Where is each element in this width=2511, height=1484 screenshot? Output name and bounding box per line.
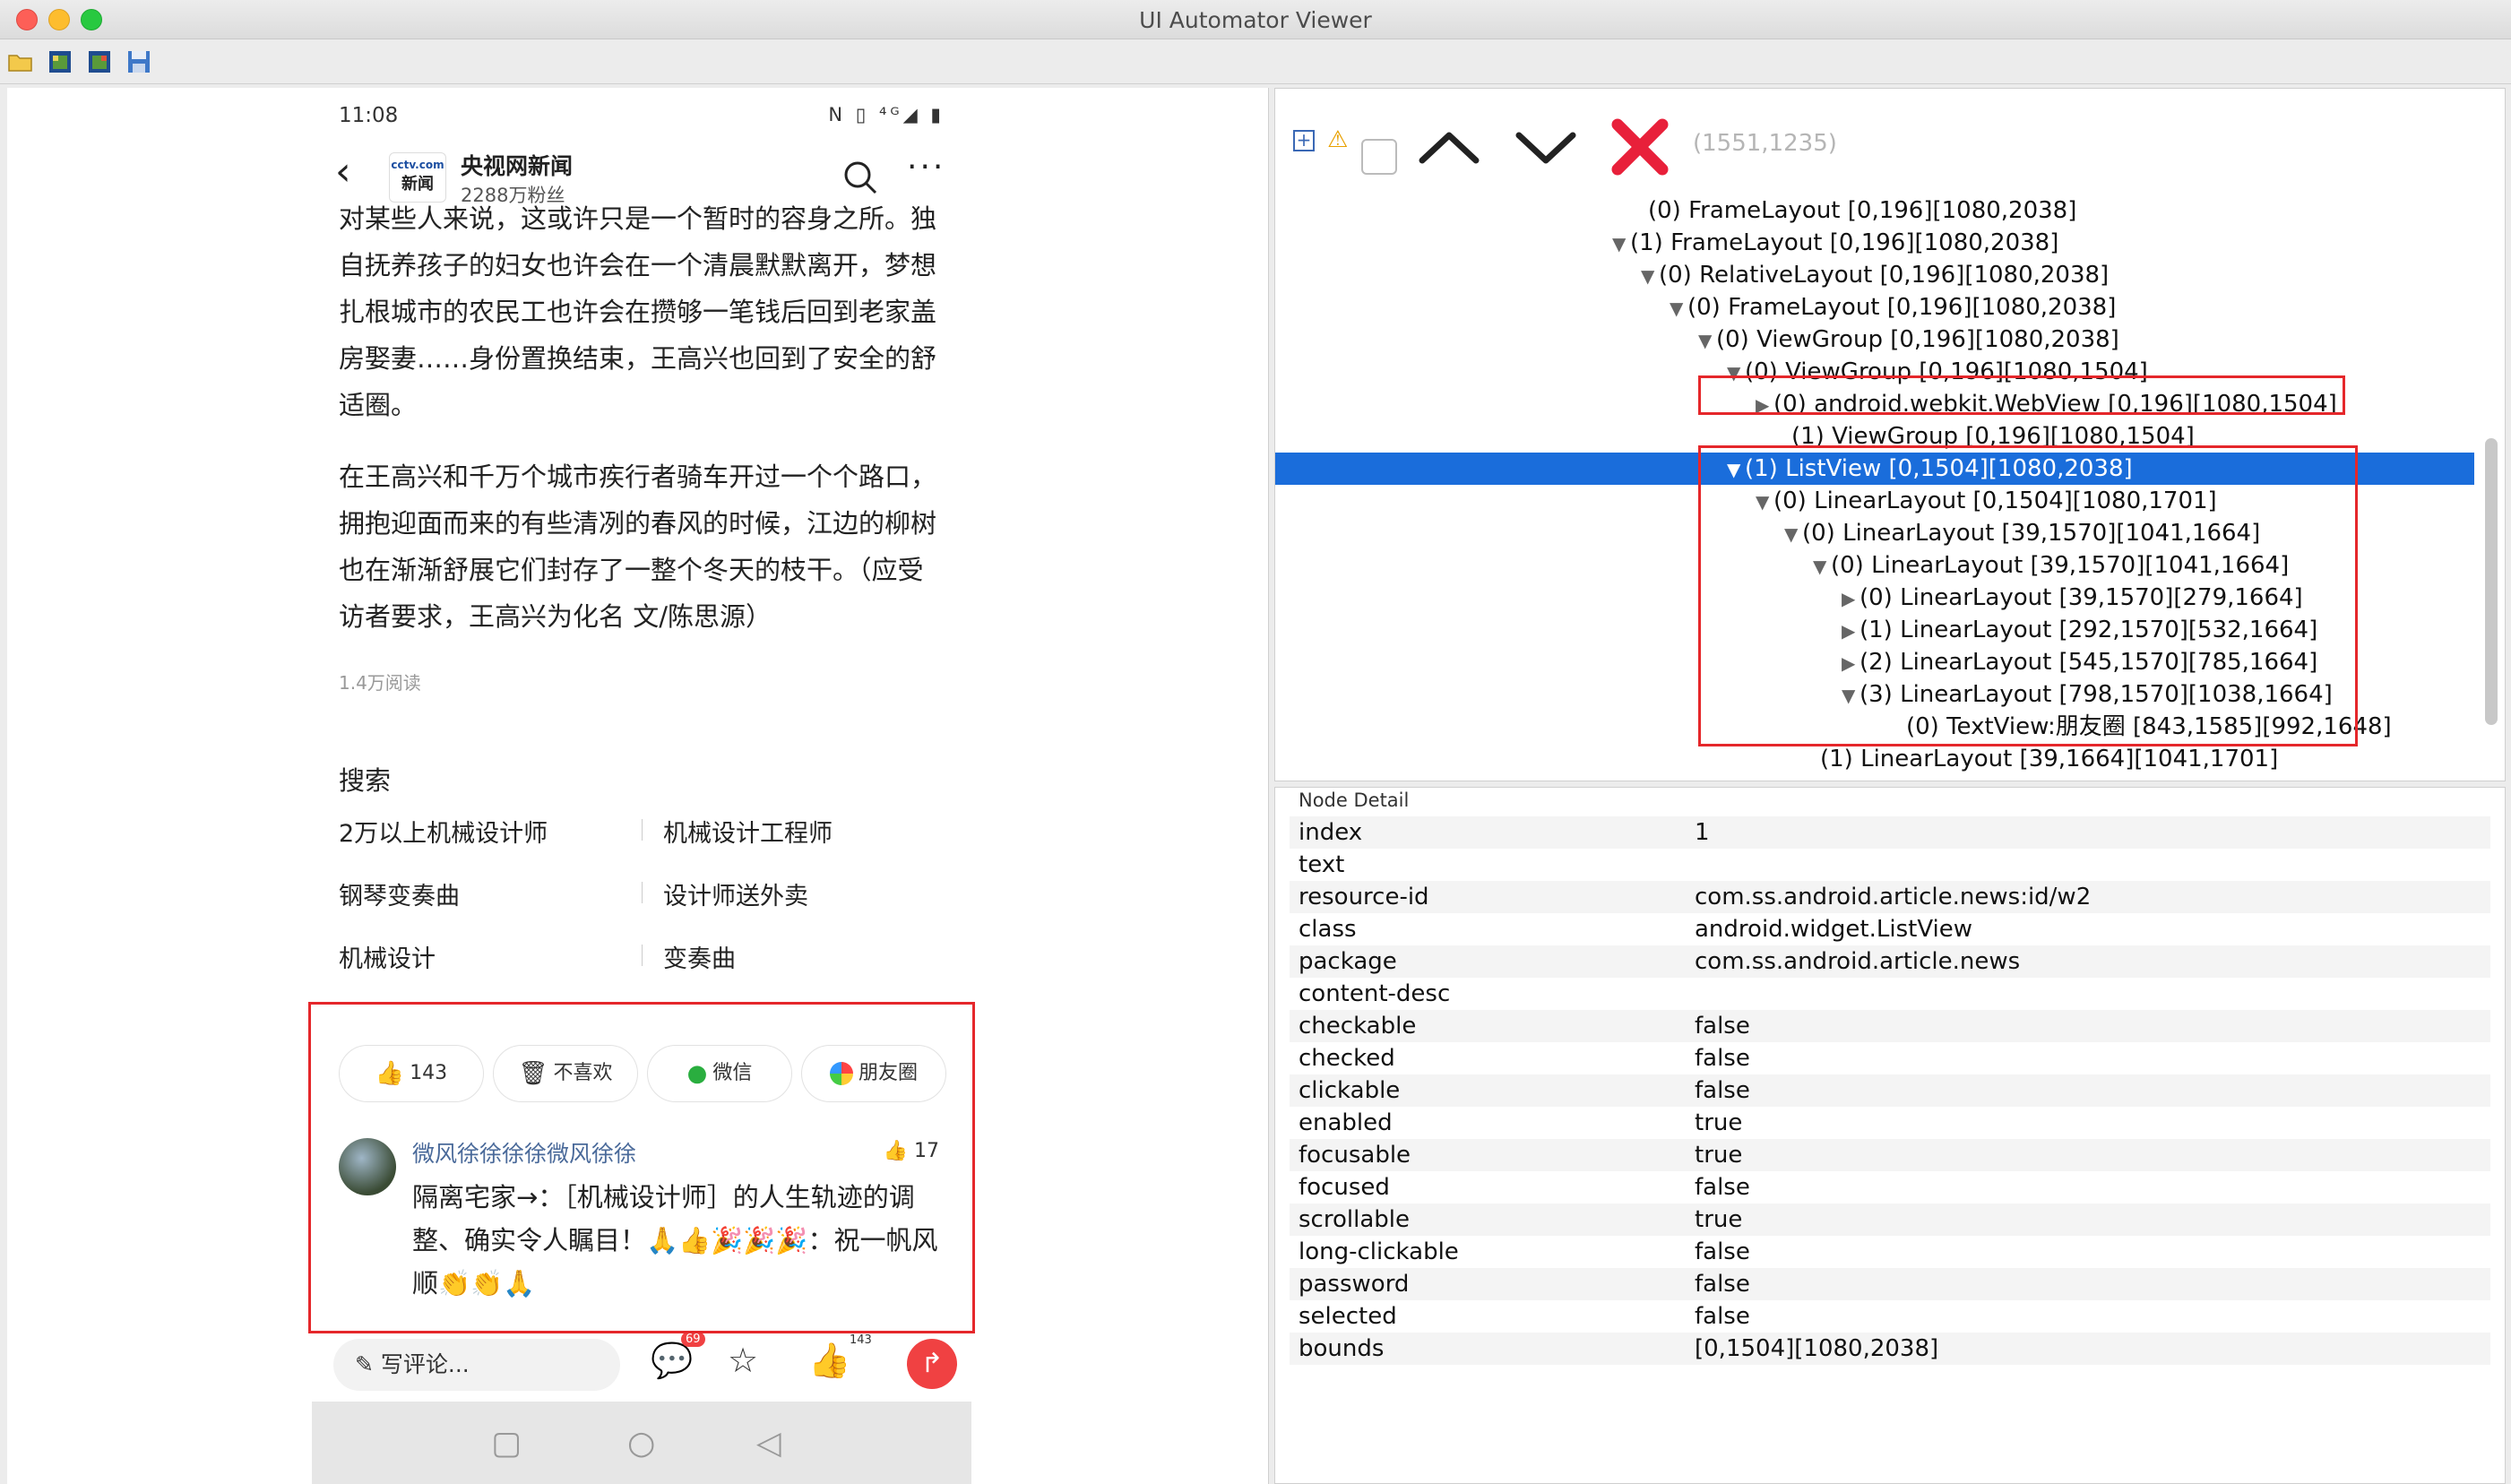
detail-row[interactable]: selected false — [1290, 1300, 2490, 1333]
star-icon[interactable]: ☆ — [728, 1341, 758, 1380]
detail-row[interactable]: bounds [0,1504][1080,2038] — [1290, 1333, 2490, 1365]
webview-highlight-box — [1698, 375, 2345, 415]
detail-row[interactable]: class android.widget.ListView — [1290, 913, 2490, 945]
detail-row[interactable]: focusable true — [1290, 1139, 2490, 1171]
ui-automator-window: UI Automator Viewer 11:08 N ▯ ⁴ᴳ◢ ▮ ‹ cc… — [0, 0, 2511, 1484]
detail-row[interactable]: package com.ss.android.article.news — [1290, 945, 2490, 978]
open-folder-icon[interactable] — [7, 48, 34, 75]
device-screenshot-pane[interactable]: 11:08 N ▯ ⁴ᴳ◢ ▮ ‹ cctv.com 新闻 央视网新闻 2288… — [7, 88, 1269, 1484]
listview-highlight-box — [1698, 445, 2358, 746]
node-detail-title: Node Detail — [1299, 789, 1410, 811]
search-icon[interactable] — [841, 158, 880, 197]
share-button[interactable]: ↱ — [907, 1339, 957, 1389]
selected-node-highlight — [308, 1002, 975, 1333]
detail-row[interactable]: focused false — [1290, 1171, 2490, 1204]
more-options-icon[interactable]: ··· — [907, 149, 945, 186]
search-suggestion[interactable]: 机械设计 — [339, 939, 436, 974]
tree-toggle-icon[interactable]: ▼ — [1698, 324, 1716, 357]
expand-all-icon[interactable]: + — [1293, 130, 1315, 151]
device-screenshot-compressed-icon[interactable] — [86, 48, 113, 75]
detail-row[interactable]: checked false — [1290, 1042, 2490, 1074]
hierarchy-toolbar: + ⚠ (1551,1235) — [1275, 89, 2505, 196]
thumbs-up-icon[interactable]: 👍 — [808, 1341, 850, 1381]
related-search-title: 搜索 — [339, 765, 392, 796]
detail-row[interactable]: checkable false — [1290, 1010, 2490, 1042]
tree-node[interactable]: ▼ (0) RelativeLayout [0,196][1080,2038] — [1275, 259, 2474, 291]
close-icon[interactable] — [1609, 116, 1671, 178]
search-suggestion[interactable]: 变奏曲 — [663, 939, 736, 974]
tree-toggle-icon[interactable]: ▼ — [1612, 228, 1630, 260]
toggle-nafs-checkbox[interactable] — [1361, 139, 1397, 175]
detail-row[interactable]: index 1 — [1290, 816, 2490, 849]
detail-row[interactable]: scrollable true — [1290, 1204, 2490, 1236]
status-icons: N ▯ ⁴ᴳ◢ ▮ — [828, 104, 945, 125]
search-row: 2万以上机械设计师 机械设计工程师 — [339, 814, 957, 876]
search-suggestion[interactable]: 机械设计工程师 — [663, 814, 833, 849]
detail-row[interactable]: clickable false — [1290, 1074, 2490, 1107]
tree-node[interactable]: ▼ (1) FrameLayout [0,196][1080,2038] — [1275, 227, 2474, 259]
write-comment-input[interactable]: ✎ 写评论... — [333, 1339, 620, 1391]
device-screenshot-icon[interactable] — [47, 48, 73, 75]
detail-row[interactable]: long-clickable false — [1290, 1236, 2490, 1268]
detail-row[interactable]: resource-id com.ss.android.article.news:i… — [1290, 881, 2490, 913]
author-name[interactable]: 央视网新闻 — [461, 149, 573, 181]
detail-row[interactable]: content-desc — [1290, 978, 2490, 1010]
tree-scrollbar[interactable] — [2485, 438, 2498, 725]
divider — [642, 945, 643, 966]
detail-row[interactable]: text — [1290, 849, 2490, 881]
chevron-up-icon[interactable] — [1413, 125, 1485, 169]
tree-node[interactable]: (1) LinearLayout [39,1664][1041,1701] — [1275, 743, 2474, 775]
read-count: 1.4万阅读 — [339, 672, 421, 694]
inspector-pane: + ⚠ (1551,1235) (0) FrameLayout [0,196][… — [1274, 88, 2506, 1484]
tree-toggle-icon[interactable]: ▼ — [1670, 292, 1687, 324]
search-suggestion[interactable]: 2万以上机械设计师 — [339, 814, 548, 849]
like-count: 143 — [850, 1333, 872, 1347]
search-suggestion[interactable]: 钢琴变奏曲 — [339, 876, 460, 911]
node-detail-panel: Node Detail index 1 text resource-id com.s… — [1274, 787, 2506, 1484]
detail-row[interactable]: password false — [1290, 1268, 2490, 1300]
home-icon[interactable]: ○ — [627, 1425, 655, 1462]
status-time: 11:08 — [339, 104, 399, 127]
tree-toggle-icon[interactable]: ▼ — [1641, 260, 1659, 292]
search-row: 机械设计 变奏曲 — [339, 939, 957, 1002]
nav-back-icon[interactable]: ◁ — [756, 1425, 781, 1462]
node-detail-table: index 1 text resource-id com.ss.android.ar… — [1290, 816, 2490, 1365]
bottom-action-bar: ✎ 写评论... 💬 69 ☆ 👍 143 ↱ — [312, 1332, 971, 1396]
back-arrow-icon[interactable]: ‹ — [335, 152, 351, 192]
window-title: UI Automator Viewer — [1139, 7, 1372, 33]
article-paragraph: 在王高兴和千万个城市疾行者骑车开过一个个路口，拥抱迎面而来的有些清冽的春风的时候… — [339, 462, 937, 632]
comment-count-badge: 69 — [681, 1332, 705, 1347]
divider — [642, 882, 643, 903]
search-suggestion[interactable]: 设计师送外卖 — [663, 876, 808, 911]
chevron-down-icon[interactable] — [1510, 125, 1582, 169]
divider — [642, 819, 643, 841]
article-body: 对某些人来说，这或许只是一个暂时的容身之所。独自抚养孩子的妇女也许会在一个清晨默… — [339, 195, 948, 665]
search-row: 钢琴变奏曲 设计师送外卖 — [339, 876, 957, 939]
android-nav-bar: ▢ ○ ◁ — [312, 1402, 971, 1484]
article-paragraph: 对某些人来说，这或许只是一个暂时的容身之所。独自抚养孩子的妇女也许会在一个清晨默… — [339, 203, 937, 420]
related-search-list: 2万以上机械设计师 机械设计工程师 钢琴变奏曲 设计师送外卖 机械设计 变奏曲 — [339, 814, 957, 1002]
hierarchy-panel: + ⚠ (1551,1235) (0) FrameLayout [0,196][… — [1274, 88, 2506, 781]
tree-node[interactable]: ▼ (0) ViewGroup [0,196][1080,2038] — [1275, 324, 2474, 356]
detail-row[interactable]: enabled true — [1290, 1107, 2490, 1139]
tree-node[interactable]: (0) FrameLayout [0,196][1080,2038] — [1275, 194, 2474, 227]
pointer-coords: (1551,1235) — [1693, 130, 1837, 157]
title-bar: UI Automator Viewer — [0, 0, 2511, 39]
save-icon[interactable] — [125, 48, 152, 75]
tree-node[interactable]: ▼ (0) FrameLayout [0,196][1080,2038] — [1275, 291, 2474, 324]
recent-apps-icon[interactable]: ▢ — [491, 1425, 522, 1462]
main-toolbar — [0, 39, 2511, 84]
warning-icon[interactable]: ⚠ — [1327, 126, 1348, 153]
